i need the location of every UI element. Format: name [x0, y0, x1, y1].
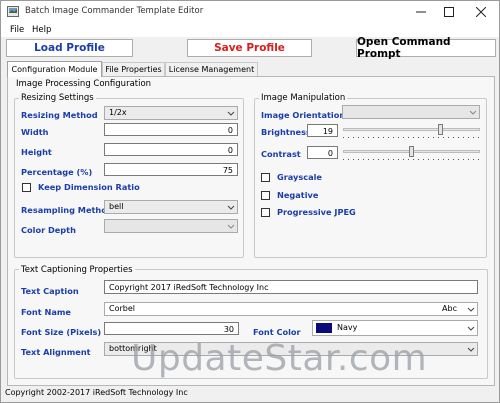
- color-depth-select[interactable]: [104, 219, 238, 233]
- chevron-down-icon: [227, 224, 235, 229]
- tab-file-properties[interactable]: File Properties: [102, 62, 165, 76]
- watermark: UpdateStar.com: [131, 338, 428, 379]
- chevron-down-icon: [467, 326, 475, 331]
- progressive-jpeg-checkbox[interactable]: [261, 208, 270, 217]
- image-orientation-label: Image Orientation: [261, 110, 346, 120]
- progressive-jpeg-label: Progressive JPEG: [277, 207, 356, 217]
- percentage-label: Percentage (%): [21, 167, 93, 177]
- font-name-select[interactable]: Corbel Abc: [104, 302, 478, 316]
- chevron-down-icon: [469, 110, 477, 115]
- negative-checkbox[interactable]: [261, 191, 270, 200]
- contrast-slider-thumb[interactable]: [409, 146, 414, 157]
- close-button[interactable]: [461, 1, 499, 23]
- keep-dimension-ratio-checkbox[interactable]: [22, 183, 31, 192]
- resampling-method-value: bell: [109, 202, 124, 211]
- brightness-input[interactable]: 19: [307, 124, 338, 137]
- font-size-label: Font Size (Pixels): [21, 327, 102, 337]
- chevron-down-icon: [467, 347, 475, 352]
- load-profile-button[interactable]: Load Profile: [6, 39, 133, 57]
- chevron-down-icon: [467, 307, 475, 312]
- font-color-value: Navy: [337, 323, 358, 332]
- resizing-settings-title: Resizing Settings: [19, 93, 96, 103]
- contrast-slider[interactable]: [343, 145, 480, 161]
- font-color-swatch: [316, 323, 332, 333]
- menu-help[interactable]: Help: [32, 25, 51, 35]
- percentage-input[interactable]: 75: [104, 163, 238, 176]
- save-profile-button[interactable]: Save Profile: [187, 39, 312, 57]
- width-input[interactable]: 0: [104, 123, 238, 136]
- status-bar-text: Copyright 2002-2017 iRedSoft Technology …: [5, 388, 188, 397]
- grayscale-checkbox[interactable]: [261, 173, 270, 182]
- chevron-down-icon: [227, 111, 235, 116]
- width-label: Width: [21, 127, 49, 137]
- grayscale-label: Grayscale: [277, 172, 322, 182]
- font-color-label: Font Color: [253, 327, 301, 337]
- menu-file[interactable]: File: [10, 25, 24, 35]
- resizing-method-select[interactable]: 1/2x: [104, 106, 238, 120]
- maximize-icon: [444, 7, 454, 17]
- font-sample: Abc: [442, 304, 457, 313]
- resizing-method-label: Resizing Method: [21, 110, 98, 120]
- height-label: Height: [21, 147, 52, 157]
- open-command-prompt-button[interactable]: Open Command Prompt: [356, 36, 496, 60]
- keep-dimension-ratio-label: Keep Dimension Ratio: [38, 182, 140, 192]
- window-title: Batch Image Commander Template Editor: [25, 6, 204, 16]
- brightness-slider-thumb[interactable]: [438, 124, 443, 135]
- font-color-select[interactable]: Navy: [312, 320, 478, 336]
- resampling-method-label: Resampling Method: [21, 205, 113, 215]
- minimize-icon: [416, 11, 426, 13]
- image-orientation-select[interactable]: [342, 105, 480, 119]
- app-icon: [7, 6, 19, 17]
- resizing-method-value: 1/2x: [109, 108, 127, 117]
- image-manipulation-title: Image Manipulation: [259, 93, 348, 103]
- negative-label: Negative: [277, 190, 319, 200]
- font-name-label: Font Name: [21, 307, 71, 317]
- text-captioning-title: Text Captioning Properties: [19, 265, 135, 275]
- brightness-slider-ticks: [343, 137, 480, 138]
- processing-section-title: Image Processing Configuration: [16, 79, 152, 89]
- text-caption-label: Text Caption: [21, 286, 79, 296]
- menu-bar: [1, 23, 499, 37]
- resampling-method-select[interactable]: bell: [104, 200, 238, 214]
- font-name-value: Corbel: [109, 304, 135, 313]
- text-alignment-label: Text Alignment: [21, 347, 91, 357]
- text-caption-input[interactable]: Copyright 2017 iRedSoft Technology Inc: [104, 280, 478, 294]
- tab-configuration-module[interactable]: Configuration Module: [7, 61, 102, 77]
- app-window: Batch Image Commander Template Editor Fi…: [0, 0, 500, 403]
- font-size-input[interactable]: 30: [104, 322, 239, 335]
- tab-license-management[interactable]: License Management: [165, 62, 258, 76]
- contrast-slider-ticks: [343, 159, 480, 160]
- contrast-input[interactable]: 0: [307, 146, 338, 159]
- brightness-label: Brightness: [261, 127, 311, 137]
- close-icon: [476, 7, 486, 17]
- color-depth-label: Color Depth: [21, 225, 76, 235]
- brightness-slider-track: [343, 128, 480, 131]
- contrast-label: Contrast: [261, 149, 301, 159]
- brightness-slider[interactable]: [343, 123, 480, 139]
- chevron-down-icon: [227, 205, 235, 210]
- height-input[interactable]: 0: [104, 143, 238, 156]
